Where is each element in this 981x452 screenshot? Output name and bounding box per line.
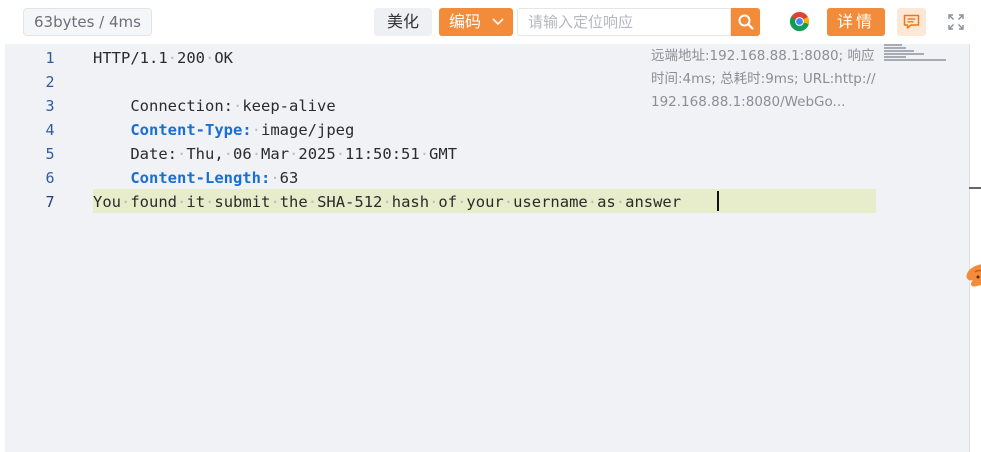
editor-minimap[interactable] (884, 44, 946, 64)
beautify-button[interactable]: 美化 (374, 8, 432, 36)
status-line: HTTP/1.1·200·OK (93, 49, 234, 67)
expand-icon[interactable] (947, 13, 965, 31)
detail-button[interactable]: 详情 (827, 8, 885, 36)
mascot-icon[interactable] (963, 260, 981, 290)
header-key: Content-Length: (130, 169, 271, 187)
header-value: 63 (279, 169, 299, 187)
text-cursor (717, 191, 719, 211)
chevron-down-icon (492, 18, 504, 26)
search-icon (738, 14, 754, 30)
response-meta-info: 远端地址:192.168.88.1:8080; 响应时间:4ms; 总耗时:9m… (651, 48, 876, 110)
line-number: 6 (45, 169, 55, 187)
search-button[interactable] (731, 8, 760, 36)
chrome-icon[interactable] (789, 11, 810, 32)
locate-response-search-input[interactable] (517, 8, 731, 36)
line-number: 1 (45, 49, 55, 67)
line-number: 3 (45, 97, 55, 115)
line-number: 2 (45, 73, 55, 91)
comment-button[interactable] (897, 8, 926, 36)
line-number-active: 7 (45, 193, 55, 211)
comment-icon (903, 14, 920, 29)
line-number: 4 (45, 121, 55, 139)
encode-dropdown-button[interactable]: 编码 (439, 8, 513, 36)
vertical-scrollbar[interactable] (969, 44, 981, 452)
body-line: You·found·it·submit·the·SHA-512·hash·of·… (93, 193, 682, 211)
response-code-editor[interactable]: 1 2 3 4 5 6 7 HTTP/1.1·200·OK Connection… (5, 44, 969, 452)
scrollbar-position-marker (969, 187, 981, 189)
encode-label: 编码 (449, 12, 482, 31)
response-toolbar: 63bytes / 4ms 美化 编码 详情 (0, 0, 981, 44)
response-size-badge: 63bytes / 4ms (23, 8, 152, 36)
line-number: 5 (45, 145, 55, 163)
